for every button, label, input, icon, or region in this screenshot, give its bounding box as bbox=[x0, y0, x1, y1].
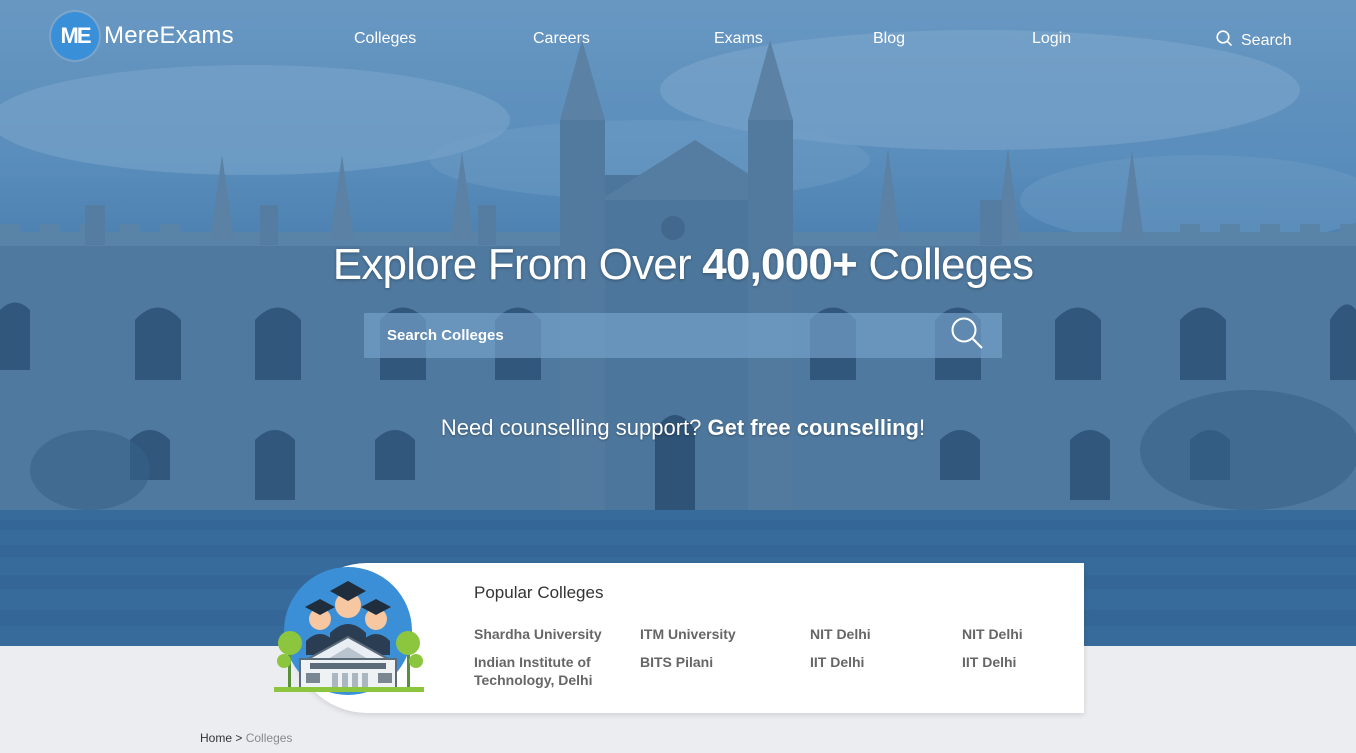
college-link[interactable]: Indian Institute of Technology, Delhi bbox=[474, 653, 624, 689]
graduates-illustration bbox=[274, 567, 424, 695]
college-link[interactable]: NIT Delhi bbox=[810, 625, 871, 643]
logo-mark-icon: ME bbox=[51, 12, 99, 60]
nav-search-label: Search bbox=[1241, 32, 1292, 49]
college-link[interactable]: Shardha University bbox=[474, 625, 602, 643]
hero-banner: ME MereExams Colleges Careers Exams Blog… bbox=[0, 0, 1356, 646]
college-link[interactable]: ITM University bbox=[640, 625, 736, 643]
headline-prefix: Explore From Over bbox=[332, 240, 703, 289]
college-search-input[interactable] bbox=[364, 312, 932, 359]
breadcrumb-separator: > bbox=[235, 731, 243, 745]
college-search-button[interactable] bbox=[932, 313, 1002, 358]
free-counselling-link[interactable]: Get free counselling bbox=[708, 415, 920, 440]
search-icon bbox=[1216, 30, 1233, 52]
nav-search-button[interactable]: Search bbox=[1216, 30, 1292, 52]
headline-suffix: Colleges bbox=[856, 240, 1034, 289]
college-search-bar bbox=[364, 312, 1002, 359]
headline-count: 40,000+ bbox=[702, 240, 857, 289]
nav-exams[interactable]: Exams bbox=[714, 30, 763, 48]
college-link[interactable]: IIT Delhi bbox=[962, 653, 1016, 671]
counselling-suffix: ! bbox=[919, 415, 926, 440]
counselling-prompt: Need counselling support? Get free couns… bbox=[0, 415, 1356, 441]
hero-headline: Explore From Over 40,000+ Colleges bbox=[0, 240, 1356, 290]
nav-careers[interactable]: Careers bbox=[533, 30, 590, 48]
nav-blog[interactable]: Blog bbox=[873, 30, 905, 48]
college-link[interactable]: NIT Delhi bbox=[962, 625, 1023, 643]
college-link[interactable]: BITS Pilani bbox=[640, 653, 713, 671]
nav-colleges[interactable]: Colleges bbox=[354, 30, 416, 48]
search-icon bbox=[950, 316, 984, 355]
breadcrumb: Home > Colleges bbox=[200, 731, 292, 745]
top-navigation: ME MereExams Colleges Careers Exams Blog… bbox=[0, 0, 1356, 78]
brand-logo[interactable]: ME MereExams bbox=[51, 12, 234, 60]
college-link[interactable]: IIT Delhi bbox=[810, 653, 864, 671]
nav-login[interactable]: Login bbox=[1032, 30, 1071, 48]
breadcrumb-home[interactable]: Home bbox=[200, 731, 232, 745]
counselling-text: Need counselling support? bbox=[440, 415, 708, 440]
breadcrumb-current: Colleges bbox=[245, 731, 293, 745]
popular-colleges-title: Popular Colleges bbox=[474, 583, 604, 602]
brand-name: MereExams bbox=[104, 22, 234, 49]
